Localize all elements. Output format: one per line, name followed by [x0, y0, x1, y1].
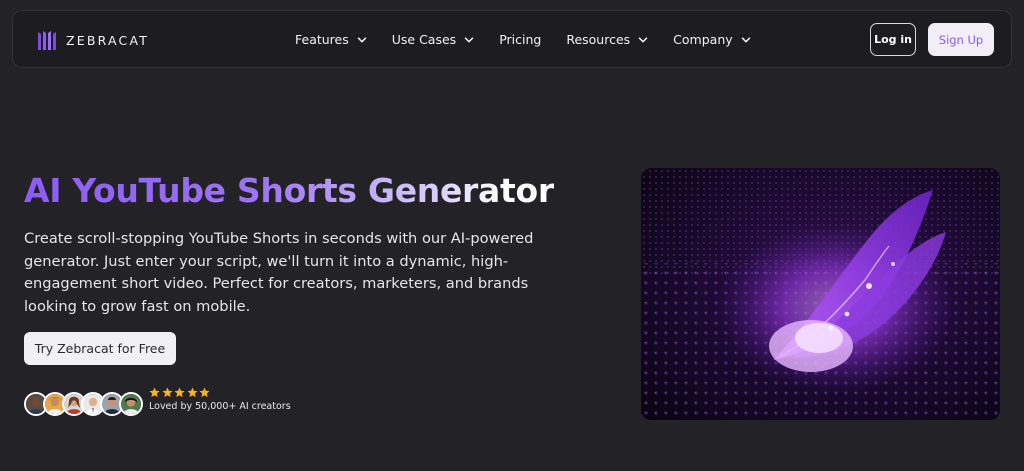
social-proof: Loved by 50,000+ AI creators — [149, 387, 291, 412]
chevron-down-icon — [357, 37, 366, 43]
nav-item-label: Pricing — [499, 32, 542, 47]
main-menu: Features Use Cases Pricing Resources Com… — [295, 31, 776, 49]
login-button[interactable]: Log in — [870, 23, 916, 56]
nav-item-resources[interactable]: Resources — [566, 31, 648, 49]
nav-item-label: Use Cases — [391, 32, 457, 47]
star-icon — [161, 387, 173, 398]
star-icon — [174, 387, 185, 398]
try-free-button[interactable]: Try Zebracat for Free — [24, 332, 176, 365]
star-icon — [199, 387, 210, 398]
brand-logo[interactable]: ZEBRACAT — [37, 29, 149, 51]
hero-image-feather — [641, 168, 1000, 420]
nav-item-features[interactable]: Features — [295, 31, 367, 49]
top-navbar: ZEBRACAT Features Use Cases Pricing Reso… — [12, 10, 1012, 68]
nav-item-label: Features — [295, 32, 349, 47]
hero-title: AI YouTube Shorts Generator — [24, 168, 554, 214]
nav-item-label: Company — [673, 32, 733, 47]
hero-description: Create scroll-stopping YouTube Shorts in… — [24, 230, 534, 315]
creator-avatars — [24, 392, 143, 416]
social-proof-text: Loved by 50,000+ AI creators — [149, 401, 291, 412]
star-icon — [186, 387, 198, 398]
chevron-down-icon — [638, 37, 648, 43]
signup-button[interactable]: Sign Up — [928, 23, 994, 56]
nav-item-pricing[interactable]: Pricing — [499, 31, 541, 49]
star-icon — [149, 387, 160, 398]
chevron-down-icon — [741, 37, 750, 43]
brand-name: ZEBRACAT — [66, 32, 150, 48]
nav-item-company[interactable]: Company — [673, 31, 750, 49]
nav-item-use-cases[interactable]: Use Cases — [392, 31, 474, 49]
zebracat-logo-icon — [38, 31, 56, 50]
chevron-down-icon — [464, 37, 474, 43]
rating-stars — [149, 387, 291, 398]
avatar — [119, 392, 143, 416]
nav-item-label: Resources — [566, 32, 631, 47]
